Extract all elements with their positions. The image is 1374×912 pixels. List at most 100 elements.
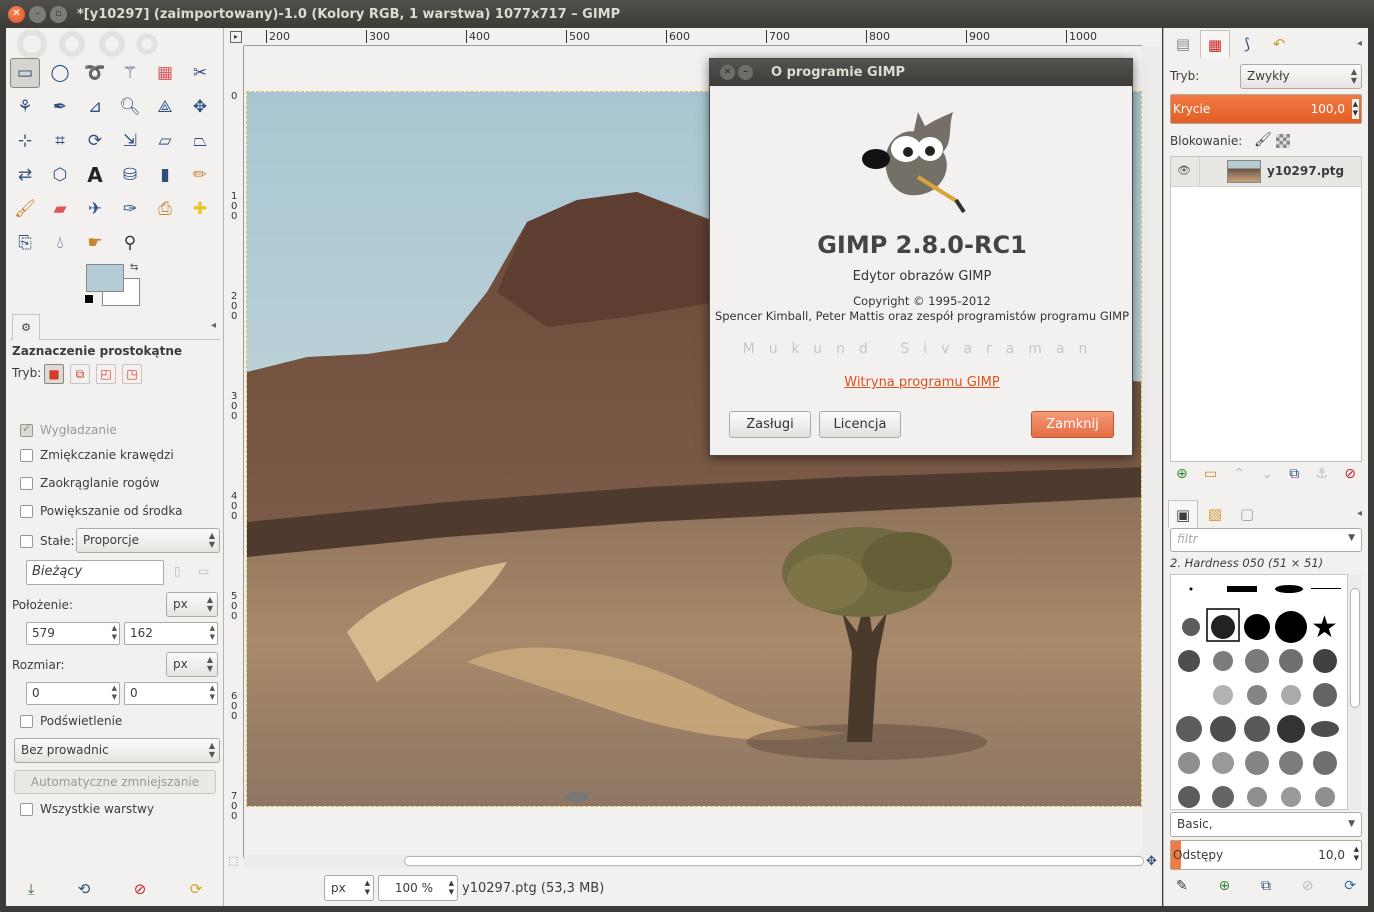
horizontal-scroll-thumb[interactable] (404, 856, 1144, 866)
rotate-tool-icon[interactable]: ⟳ (80, 126, 110, 156)
airbrush-tool-icon[interactable]: ✈ (80, 194, 110, 224)
spin-arrows-icon[interactable]: ▲ ▼ (210, 684, 215, 702)
duplicate-layer-icon[interactable]: ⧉ (1289, 466, 1299, 482)
quick-mask-icon[interactable]: ⬚ (228, 854, 238, 867)
dock-menu-icon[interactable]: ◂ (1357, 508, 1362, 519)
position-x-field[interactable]: 579 ▲ ▼ (26, 622, 120, 645)
fuzzy-select-tool-icon[interactable]: ⚚ (115, 58, 145, 88)
lock-pixels-icon[interactable]: 🖌︎ (1254, 132, 1272, 148)
tab-channels-icon[interactable]: ▦ (1200, 30, 1230, 58)
delete-options-icon[interactable]: ⊘ (134, 880, 147, 898)
ink-tool-icon[interactable]: ✑ (115, 194, 145, 224)
layer-row[interactable]: 👁︎ y10297.ptg (1171, 157, 1361, 187)
maximize-window-button[interactable]: ▫ (50, 5, 67, 23)
tab-undo-icon[interactable]: ↶ (1264, 30, 1294, 58)
ellipse-select-tool-icon[interactable]: ◯ (45, 58, 75, 88)
select-by-color-tool-icon[interactable]: ▦ (150, 58, 180, 88)
minimize-window-button[interactable]: – (29, 5, 46, 23)
pencil-tool-icon[interactable]: ✏ (185, 160, 215, 190)
heal-tool-icon[interactable]: ✚ (185, 194, 215, 224)
mode-replace-icon[interactable]: ■ (44, 364, 64, 384)
brush-filter-input[interactable]: filtr ▼ (1170, 528, 1362, 552)
cage-tool-icon[interactable]: ⬡ (45, 160, 75, 190)
tab-paths-icon[interactable]: ⟆ (1232, 30, 1262, 58)
tab-layers-icon[interactable]: ▤ (1168, 30, 1198, 58)
lower-layer-icon[interactable]: ⌄ (1261, 466, 1273, 482)
vertical-ruler[interactable]: 0 100 200 300 400 500 600 700 (226, 46, 244, 858)
auto-shrink-button[interactable]: Automatyczne zmniejszanie (14, 770, 216, 794)
new-layer-icon[interactable]: ⊕ (1176, 466, 1188, 482)
paths-tool-icon[interactable]: ✒ (45, 92, 75, 122)
size-height-field[interactable]: 0 ▲ ▼ (124, 682, 218, 705)
dodge-burn-tool-icon[interactable]: ⚲ (115, 228, 145, 258)
image-menu-button[interactable]: ▸ (230, 31, 242, 43)
tab-gradients-icon[interactable]: ▢ (1232, 500, 1262, 528)
chain-cell[interactable] (1199, 157, 1200, 187)
layer-mode-combo[interactable]: Zwykły ▲ ▼ (1240, 64, 1362, 89)
dock-menu-icon[interactable]: ◂ (211, 320, 216, 331)
restore-options-icon[interactable]: ⟲ (78, 880, 91, 898)
swap-colors-icon[interactable]: ⇆ (130, 262, 138, 273)
tab-patterns-icon[interactable]: ▧ (1200, 500, 1230, 528)
guides-combo[interactable]: Bez prowadnic ▲ ▼ (14, 738, 220, 763)
delete-layer-icon[interactable]: ⊘ (1344, 466, 1356, 482)
bucket-fill-tool-icon[interactable]: ⛁ (115, 160, 145, 190)
spin-arrows-icon[interactable]: ▲ ▼ (1354, 845, 1359, 863)
close-window-button[interactable]: ✕ (8, 5, 25, 23)
layers-list[interactable]: 👁︎ y10297.ptg (1170, 156, 1362, 462)
horizontal-scrollbar[interactable] (244, 854, 1144, 868)
fixed-combo[interactable]: Proporcje ▲ ▼ (76, 528, 220, 553)
save-options-icon[interactable]: ⤓ (28, 880, 35, 898)
perspective-tool-icon[interactable]: ⏢ (185, 126, 215, 156)
mode-intersect-icon[interactable]: ◳ (122, 364, 142, 384)
highlight-checkbox[interactable] (20, 715, 33, 728)
spin-arrows-icon[interactable]: ▲ ▼ (112, 624, 117, 642)
duplicate-brush-icon[interactable]: ⧉ (1261, 878, 1271, 894)
horizontal-ruler[interactable]: 200 300 400 500 600 700 800 900 1000 (244, 30, 1142, 46)
rounded-checkbox[interactable] (20, 477, 33, 490)
rect-select-tool-icon[interactable]: ▭ (10, 58, 40, 88)
clone-tool-icon[interactable]: ⎙ (150, 194, 180, 224)
perspective-clone-tool-icon[interactable]: ⎘ (10, 228, 40, 258)
mode-add-icon[interactable]: ⧉ (70, 364, 90, 384)
ratio-entry[interactable]: Bieżący (26, 560, 164, 585)
brush-preset-combo[interactable]: Basic, ▼ (1170, 812, 1362, 837)
website-link-text[interactable]: Witryna programu GIMP (844, 375, 999, 390)
position-y-field[interactable]: 162 ▲ ▼ (124, 622, 218, 645)
feather-checkbox[interactable] (20, 449, 33, 462)
align-tool-icon[interactable]: ⊹ (10, 126, 40, 156)
refresh-brushes-icon[interactable]: ⟳ (1344, 878, 1356, 894)
blur-tool-icon[interactable]: 💧︎ (45, 228, 75, 258)
antialias-checkbox[interactable] (20, 422, 33, 437)
navigate-icon[interactable]: ✥ (1146, 854, 1157, 869)
spin-arrows-icon[interactable]: ▲ ▼ (112, 684, 117, 702)
dialog-minimize-button[interactable]: – (738, 65, 753, 80)
text-tool-icon[interactable]: A (80, 160, 110, 190)
license-button[interactable]: Licencja (819, 411, 901, 438)
portrait-icon[interactable]: ▯ (174, 564, 181, 578)
visibility-eye-icon[interactable]: 👁︎ (1177, 164, 1191, 177)
delete-brush-icon[interactable]: ⊘ (1302, 878, 1314, 894)
reset-options-icon[interactable]: ⟳ (190, 880, 203, 898)
spacing-slider[interactable]: Odstępy 10,0 ▲ ▼ (1170, 840, 1362, 870)
smudge-tool-icon[interactable]: ☛ (80, 228, 110, 258)
credits-button[interactable]: Zasługi (729, 411, 811, 438)
raise-layer-icon[interactable]: ⌃ (1233, 466, 1245, 482)
unit-combo[interactable]: px ▲ ▼ (324, 875, 374, 901)
expand-center-checkbox[interactable] (20, 505, 33, 518)
close-button[interactable]: Zamknij (1031, 411, 1114, 438)
spin-arrows-icon[interactable]: ▲ ▼ (210, 624, 215, 642)
mode-subtract-icon[interactable]: ◰ (96, 364, 116, 384)
scale-tool-icon[interactable]: ⇲ (115, 126, 145, 156)
eraser-tool-icon[interactable]: ▰ (45, 194, 75, 224)
fg-bg-color-selector[interactable]: ⇆ (84, 262, 142, 310)
tool-options-tab[interactable]: ⚙ (12, 314, 40, 340)
dock-menu-icon[interactable]: ◂ (1357, 38, 1362, 49)
edit-brush-icon[interactable]: ✎ (1176, 878, 1188, 894)
lock-alpha-icon[interactable] (1276, 134, 1290, 148)
size-unit-combo[interactable]: px ▲ ▼ (166, 652, 218, 677)
dialog-close-button[interactable]: ✕ (720, 65, 735, 80)
brush-scroll-thumb[interactable] (1350, 588, 1360, 708)
all-layers-checkbox[interactable] (20, 803, 33, 816)
zoom-tool-icon[interactable]: 🔍︎ (115, 92, 145, 122)
